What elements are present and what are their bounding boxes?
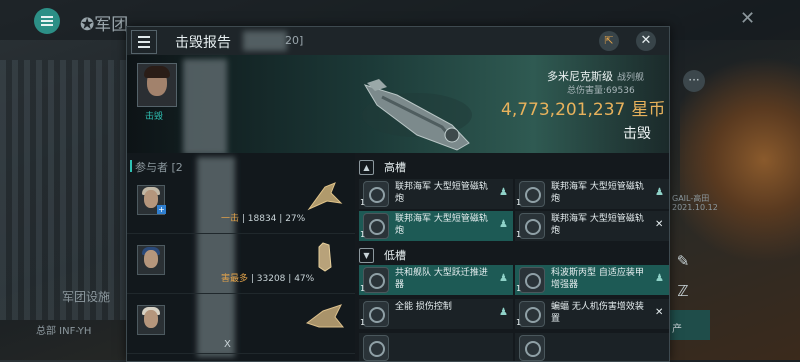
module-slot[interactable]: 1 联邦海军 大型短管磁轨炮 ✕ (515, 211, 669, 241)
afterburner-icon (363, 267, 389, 293)
hamburger-icon (41, 14, 53, 28)
module-slot[interactable]: 1 联邦海军 大型短管磁轨炮 ♟ (359, 179, 513, 209)
module-qty: 1 (516, 284, 522, 293)
currency-label: 星币 (631, 100, 666, 120)
low-slot-icon: ▼ (359, 247, 374, 263)
background-title: ✪军团 (80, 10, 128, 35)
isk-value: 4,773,201,237 星币 (501, 95, 665, 120)
high-slots-title: 高槽 (384, 161, 406, 174)
participants-list: 参与者 [2 + 一击 | 18834 | 27% 害最多 | 33208 | … (127, 153, 355, 361)
person-icon: ♟ (499, 273, 508, 284)
participant-extra: X (224, 339, 231, 350)
low-slots-header: ▼ 低槽 (359, 247, 406, 263)
destroyed-icon: ✕ (655, 219, 664, 230)
victim-avatar[interactable] (137, 63, 177, 107)
module-slot[interactable]: 1 全能 损伤控制 ♟ (359, 299, 513, 329)
victim-tag: 击毁 (145, 112, 164, 122)
close-icon[interactable]: ✕ (636, 31, 656, 51)
railgun-icon (519, 181, 545, 207)
module-name: 共和舰队 大型跃迁推进器 (395, 268, 488, 290)
edit-icon[interactable]: ✎ (668, 252, 698, 270)
redacted-block (183, 59, 227, 155)
low-slots-title: 低槽 (384, 249, 406, 262)
participant-row[interactable]: X (127, 295, 355, 354)
module-slot[interactable]: 1 联邦海军 大型短管磁轨炮 ♟ (515, 179, 669, 209)
module-slot-partial[interactable] (359, 333, 513, 361)
hq-label: 总部 INF-YH (36, 326, 92, 337)
background-title-text: 军团 (94, 15, 129, 35)
person-icon: ♟ (499, 187, 508, 198)
panel-title: 击毁报告 (175, 35, 231, 51)
fitting-panel: ▲ 高槽 1 联邦海军 大型短管磁轨炮 ♟ 1 联邦海军 大型短管磁轨炮 ♟ 1 … (355, 153, 669, 361)
background-date-label: 2021.10.12 (672, 203, 718, 212)
module-qty: 1 (360, 318, 366, 327)
participant-ship-icon (318, 242, 332, 272)
module-slot[interactable]: 1 联邦海军 大型短管磁轨炮 ♟ (359, 211, 513, 241)
participant-row[interactable]: 害最多 | 33208 | 47% (127, 235, 355, 294)
star-icon: ✪ (80, 15, 95, 35)
report-id: 20] (285, 34, 304, 47)
railgun-icon (363, 181, 389, 207)
module-icon (519, 335, 545, 361)
module-qty: 1 (360, 198, 366, 207)
module-name: 联邦海军 大型短管磁轨炮 (395, 182, 488, 204)
participant-ship-icon (305, 304, 345, 328)
module-slot[interactable]: 1 蝙蝠 无人机伤害增效装置 ✕ (515, 299, 669, 329)
module-name: 联邦海军 大型短管磁轨炮 (395, 214, 488, 236)
module-slot-partial[interactable] (515, 333, 669, 361)
ship-class: 战列舰 (617, 73, 645, 83)
kill-result: 击毁 (623, 126, 651, 142)
drone-damage-icon (519, 301, 545, 327)
module-name: 科波斯丙型 自适应装甲增强器 (551, 268, 644, 290)
damage-control-icon (363, 301, 389, 327)
railgun-icon (519, 213, 545, 239)
participant-stat: 一击 | 18834 | 27% (221, 214, 306, 224)
hamburger-icon-line (138, 36, 150, 38)
killmail-panel: 击毁报告 20] ⇱ ✕ 击毁 多米尼克斯级 战列舰 总伤害量:69536 4,7… (126, 26, 670, 362)
module-qty: 1 (516, 198, 522, 207)
module-name: 联邦海军 大型短管磁轨炮 (551, 214, 644, 236)
module-qty: 1 (516, 318, 522, 327)
module-icon (363, 335, 389, 361)
ship-render (362, 79, 472, 151)
person-icon: ♟ (655, 273, 664, 284)
main-menu-button[interactable] (34, 8, 60, 34)
more-options-icon[interactable]: ··· (683, 70, 705, 92)
panel-menu-button[interactable] (131, 30, 157, 54)
module-slot[interactable]: 1 共和舰队 大型跃迁推进器 ♟ (359, 265, 513, 295)
corp-facilities-label: 军团设施 (62, 290, 111, 304)
ship-name-text: 多米尼克斯级 (547, 70, 613, 83)
person-icon: ♟ (499, 219, 508, 230)
participants-header: 参与者 [2 (130, 160, 183, 174)
panel-header: 击毁报告 20] ⇱ ✕ (127, 27, 669, 55)
module-name: 蝙蝠 无人机伤害增效装置 (551, 302, 644, 324)
high-slots-header: ▲ 高槽 (359, 159, 406, 175)
plus-icon: + (157, 205, 166, 214)
module-slot[interactable]: 1 科波斯丙型 自适应装甲增强器 ♟ (515, 265, 669, 295)
ship-name: 多米尼克斯级 战列舰 (547, 68, 644, 84)
person-icon: ♟ (655, 187, 664, 198)
sort-icon[interactable]: ℤ (668, 282, 698, 300)
background-close-icon[interactable]: ✕ (740, 8, 755, 29)
redacted-block (243, 31, 287, 51)
armor-hardener-icon (519, 267, 545, 293)
module-name: 全能 损伤控制 (395, 302, 452, 312)
participant-ship-icon (307, 182, 343, 211)
isk-value-number: 4,773,201,237 (501, 100, 626, 120)
person-icon: ♟ (499, 307, 508, 318)
module-qty: 1 (360, 284, 366, 293)
module-qty: 1 (516, 230, 522, 239)
background-tab-label: 产 (672, 324, 682, 335)
participant-avatar[interactable] (137, 305, 165, 335)
high-slot-icon: ▲ (359, 159, 374, 175)
module-name: 联邦海军 大型短管磁轨炮 (551, 182, 644, 204)
railgun-icon (363, 213, 389, 239)
participant-row[interactable]: + 一击 | 18834 | 27% (127, 175, 355, 234)
participant-stat: 害最多 | 33208 | 47% (221, 274, 315, 284)
share-icon[interactable]: ⇱ (599, 31, 619, 51)
destroyed-icon: ✕ (655, 307, 664, 318)
module-qty: 1 (360, 230, 366, 239)
background-station-structure (0, 60, 130, 320)
participant-avatar[interactable] (137, 245, 165, 275)
